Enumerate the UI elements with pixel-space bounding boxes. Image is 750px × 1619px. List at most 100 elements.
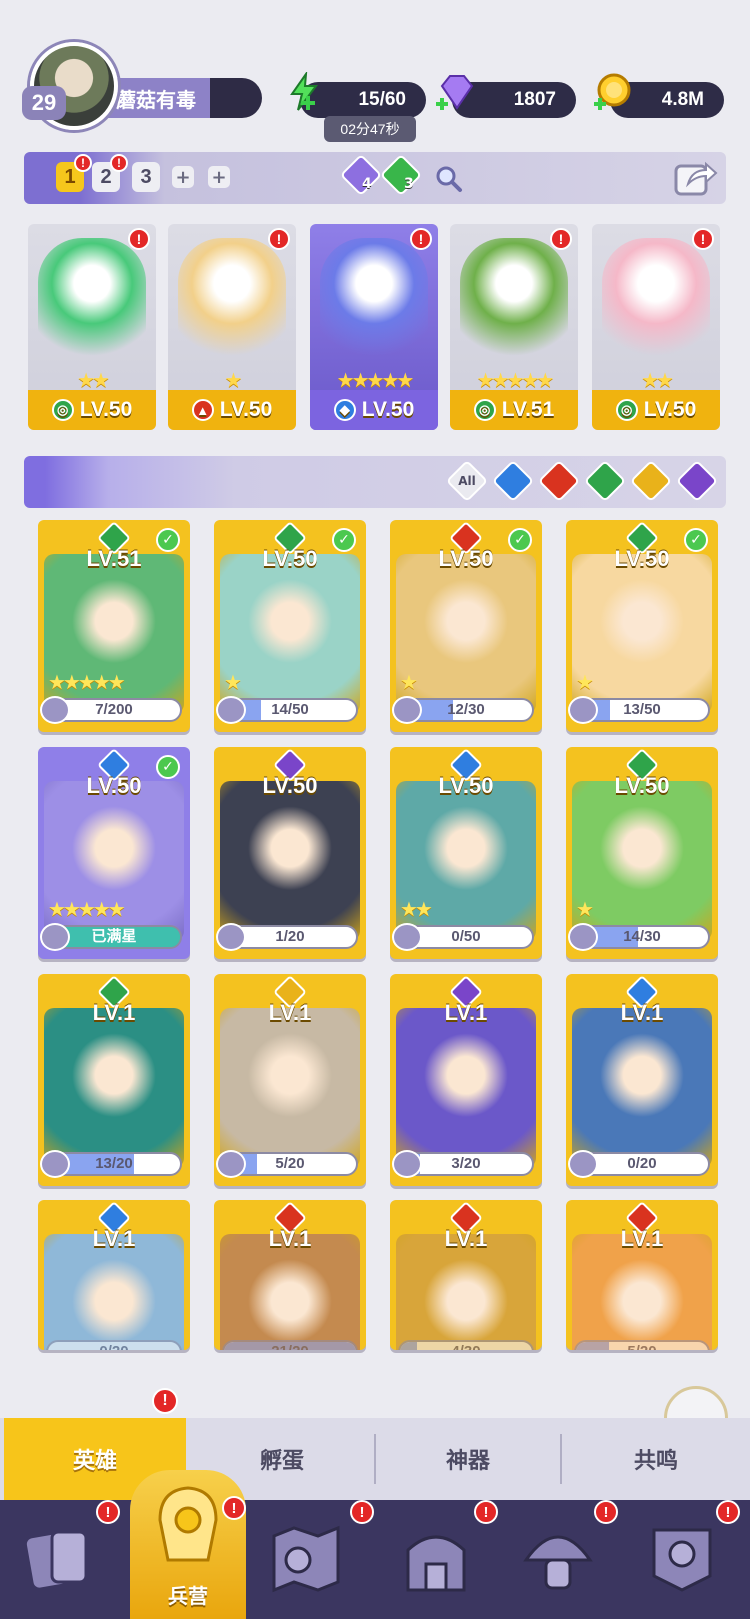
fire-element-icon: ▲ <box>191 399 214 421</box>
team-hero-card[interactable]: ★★ ◎ LV.50! <box>28 224 156 430</box>
star-rating: ★ <box>576 897 594 921</box>
hero-card[interactable]: LV.50 ★★ 0/50 <box>390 747 542 959</box>
search-icon[interactable] <box>434 164 464 194</box>
star-rating: ★ <box>224 368 243 392</box>
hero-card[interactable]: LV.50 ✓ ★ 13/50 <box>566 520 718 732</box>
energy-value: 15/60 <box>358 89 406 110</box>
hero-level: LV.50 <box>643 398 697 421</box>
hero-card[interactable]: LV.15/20 <box>214 974 366 1186</box>
team-tab-2-alert-icon: ! <box>110 154 128 172</box>
mushroom-alert-icon: ! <box>594 1500 618 1524</box>
shard-icon <box>568 696 598 724</box>
banner-alert-icon: ! <box>716 1500 740 1524</box>
hero-card[interactable]: LV.1 5/20 <box>566 1200 718 1350</box>
hero-card[interactable]: LV.51 ✓ ★★★★★ 7/200 <box>38 520 190 732</box>
star-rating: ★★ <box>77 368 110 392</box>
hero-card[interactable]: LV.10/20 <box>38 1200 190 1350</box>
team-hero-card[interactable]: ★★★★★ ◆ LV.50! <box>310 224 438 430</box>
banner-icon[interactable] <box>644 1520 720 1596</box>
hero-card[interactable]: LV.50 ✓ ★ 12/30 <box>390 520 542 732</box>
hero-card[interactable]: LV.10/20 <box>566 974 718 1186</box>
hero-level: LV.1 <box>268 1226 312 1251</box>
star-rating: ★ <box>400 670 418 694</box>
hero-alert-icon: ! <box>268 228 290 250</box>
shard-icon <box>392 923 422 951</box>
hero-card[interactable]: LV.50 1/20 <box>214 747 366 959</box>
gem-counter[interactable]: 1807 <box>436 75 576 118</box>
hero-card[interactable]: LV.1 4/30 <box>390 1200 542 1350</box>
filter-all-label: All <box>458 474 476 488</box>
map-alert-icon: ! <box>350 1500 374 1524</box>
hero-level: LV.1 <box>620 1000 664 1025</box>
hero-card[interactable]: LV.1 3/20 <box>390 974 542 1186</box>
hero-level-bar: ▲ LV.50 <box>168 390 296 430</box>
hero-portrait <box>572 1008 712 1168</box>
hero-portrait <box>220 781 360 941</box>
shard-icon <box>216 1150 246 1178</box>
team-tab-3[interactable]: 3 <box>132 162 160 192</box>
hero-alert-icon: ! <box>692 228 714 250</box>
hero-portrait <box>178 238 286 368</box>
star-rating: ★★★★★ <box>48 670 126 694</box>
team-tab-1-alert-icon: ! <box>74 154 92 172</box>
coin-counter[interactable]: 4.8M <box>594 73 724 118</box>
add-team-button-2[interactable]: + <box>208 166 230 188</box>
hero-portrait <box>320 238 428 368</box>
tab-resonance[interactable]: 共鸣 <box>562 1418 750 1500</box>
team-hero-card[interactable]: ★ ▲ LV.50! <box>168 224 296 430</box>
hero-portrait <box>396 554 536 714</box>
castle-icon[interactable] <box>398 1520 474 1596</box>
wind-element-icon: ◎ <box>473 399 496 421</box>
hero-level: LV.1 <box>444 1226 488 1251</box>
shard-icon <box>40 696 70 724</box>
hero-level: LV.50 <box>438 773 494 798</box>
energy-bolt-icon <box>290 72 318 111</box>
star-rating: ★★★★★ <box>48 897 126 921</box>
shard-icon <box>216 923 246 951</box>
check-icon: ✓ <box>508 528 532 552</box>
hero-level-bar: ◎ LV.50 <box>28 390 156 430</box>
check-icon: ✓ <box>156 528 180 552</box>
tab-artifact[interactable]: 神器 <box>376 1418 560 1500</box>
hero-alert-icon: ! <box>128 228 150 250</box>
hero-card[interactable]: LV.1 21/20 <box>214 1200 366 1350</box>
hero-card[interactable]: LV.50 ✓ ★★★★★ 已满星 <box>38 747 190 959</box>
cards-icon[interactable] <box>22 1520 98 1596</box>
share-icon[interactable] <box>674 158 718 198</box>
castle-alert-icon: ! <box>474 1500 498 1524</box>
purple-gem-count: 4 <box>362 176 372 192</box>
hero-card[interactable]: LV.50 ✓ ★ 14/50 <box>214 520 366 732</box>
star-rating: ★★★★★ <box>336 368 415 392</box>
wind-element-icon: ◎ <box>51 399 74 421</box>
star-rating: ★ <box>576 670 594 694</box>
hero-card[interactable]: LV.50 ★ 14/30 <box>566 747 718 959</box>
cards-alert-icon: ! <box>96 1500 120 1524</box>
hero-level: LV.51 <box>501 398 555 421</box>
star-rating: ★★ <box>400 897 433 921</box>
check-icon: ✓ <box>684 528 708 552</box>
add-team-button-1[interactable]: + <box>172 166 194 188</box>
shard-icon <box>40 923 70 951</box>
hero-level: LV.1 <box>620 1226 664 1251</box>
star-rating: ★★★★★ <box>476 368 555 392</box>
map-icon[interactable] <box>268 1520 344 1596</box>
hero-portrait <box>602 238 710 368</box>
shard-icon <box>216 696 246 724</box>
team-hero-card[interactable]: ★★★★★ ◎ LV.51! <box>450 224 578 430</box>
energy-counter[interactable]: 15/60 <box>290 72 426 118</box>
shard-progress-text: 5/20 <box>576 1342 708 1350</box>
hero-card[interactable]: LV.1 13/20 <box>38 974 190 1186</box>
shard-icon <box>568 1150 598 1178</box>
team-hero-card[interactable]: ★★ ◎ LV.50! <box>592 224 720 430</box>
energy-timer: 02分47秒 <box>324 116 416 142</box>
player-level-badge: 29 <box>22 86 66 120</box>
mushroom-icon[interactable] <box>520 1520 596 1596</box>
hero-portrait <box>572 781 712 941</box>
shard-progress-text: 4/30 <box>400 1342 532 1350</box>
check-icon: ✓ <box>156 755 180 779</box>
shard-icon <box>40 1150 70 1178</box>
coin-icon <box>594 73 631 110</box>
nav-barracks-label: 兵营 <box>168 1584 208 1608</box>
hero-portrait <box>44 1008 184 1168</box>
green-gem-count: 3 <box>404 176 414 192</box>
